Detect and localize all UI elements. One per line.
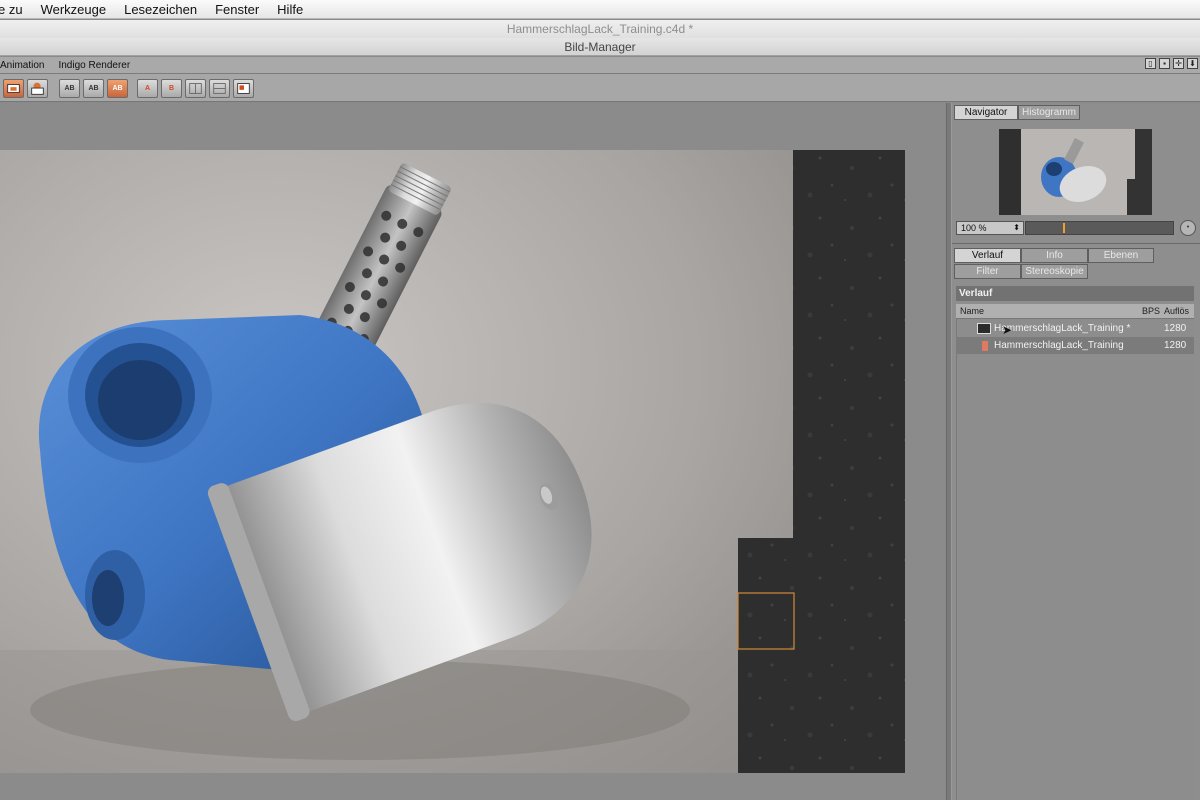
rendered-image xyxy=(0,150,905,773)
menu-hilfe[interactable]: Hilfe xyxy=(277,2,303,17)
tab-navigator[interactable]: Navigator xyxy=(954,105,1018,120)
maximize-icon[interactable]: ▪ xyxy=(1159,58,1170,69)
ab-swap-icon[interactable]: AB xyxy=(83,79,104,98)
table-row[interactable]: HammerschlagLack_Training 1280 xyxy=(956,337,1194,354)
zoom-slider-knob[interactable] xyxy=(1063,223,1065,233)
render-view-icon[interactable] xyxy=(3,79,24,98)
manager-window-title: Bild-Manager xyxy=(0,38,1200,56)
set-a-icon[interactable]: A xyxy=(137,79,158,98)
split-vertical-icon[interactable] xyxy=(185,79,206,98)
history-section-title: Verlauf xyxy=(956,286,1194,301)
menu-lesezeichen[interactable]: Lesezeichen xyxy=(124,2,197,17)
tab-ebenen[interactable]: Ebenen xyxy=(1088,248,1154,263)
move-icon[interactable]: ✛ xyxy=(1173,58,1184,69)
window-controls: ▯ ▪ ✛ ⬇ xyxy=(1145,58,1198,69)
set-b-icon[interactable]: B xyxy=(161,79,182,98)
image-info-icon[interactable] xyxy=(233,79,254,98)
split-horizontal-icon[interactable] xyxy=(209,79,230,98)
macos-menu-bar: e zu Werkzeuge Lesezeichen Fenster Hilfe xyxy=(0,0,1200,19)
pin-icon[interactable]: ⬇ xyxy=(1187,58,1198,69)
col-name[interactable]: Name xyxy=(960,304,984,319)
history-item-name: HammerschlagLack_Training * xyxy=(994,323,1131,334)
layer-icon xyxy=(982,341,988,351)
history-table-header: Name BPS Auflös xyxy=(956,304,1194,319)
history-item-name: HammerschlagLack_Training xyxy=(994,340,1124,351)
zoom-slider[interactable] xyxy=(1025,221,1174,235)
right-panel: Navigator Histogramm 100 % ⬍ • Verlauf I… xyxy=(952,103,1200,800)
layout-icon[interactable]: ▯ xyxy=(1145,58,1156,69)
image-manager-toolbar: AB AB AB A B xyxy=(0,74,1200,102)
menu-fenster[interactable]: Fenster xyxy=(215,2,259,17)
history-list xyxy=(956,319,1194,800)
tab-stereoskopie[interactable]: Stereoskopie xyxy=(1021,264,1088,279)
navigator-thumbnail[interactable] xyxy=(999,129,1152,215)
zoom-field[interactable]: 100 % ⬍ xyxy=(956,221,1024,235)
zoom-value: 100 % xyxy=(961,223,987,233)
history-item-resolution: 1280 xyxy=(1164,340,1187,351)
col-aufloesung[interactable]: Auflös xyxy=(1164,304,1189,319)
table-row[interactable]: HammerschlagLack_Training * 1280 ➤ xyxy=(956,320,1194,337)
render-picture-icon[interactable] xyxy=(27,79,48,98)
menu-werkzeuge[interactable]: Werkzeuge xyxy=(41,2,107,17)
menu-animation[interactable]: Animation xyxy=(0,60,44,71)
document-window-title: HammerschlagLack_Training.c4d * xyxy=(0,20,1200,38)
menu-ge-zu[interactable]: e zu xyxy=(0,2,23,17)
tab-verlauf[interactable]: Verlauf xyxy=(954,248,1021,263)
menu-indigo-renderer[interactable]: Indigo Renderer xyxy=(58,60,130,71)
col-bps[interactable]: BPS xyxy=(1142,304,1160,319)
ab-orange-icon[interactable]: AB xyxy=(107,79,128,98)
stepper-icon[interactable]: ⬍ xyxy=(1013,222,1020,234)
tab-info[interactable]: Info xyxy=(1021,248,1088,263)
image-manager-menu: Animation Indigo Renderer xyxy=(0,57,1200,74)
tab-histogramm[interactable]: Histogramm xyxy=(1018,105,1080,120)
zoom-fit-icon[interactable]: • xyxy=(1180,220,1196,236)
divider xyxy=(952,243,1200,244)
tab-filter[interactable]: Filter xyxy=(954,264,1021,279)
history-item-resolution: 1280 xyxy=(1164,323,1187,334)
render-thumbnail-icon xyxy=(977,323,991,334)
ab-compare-icon[interactable]: AB xyxy=(59,79,80,98)
